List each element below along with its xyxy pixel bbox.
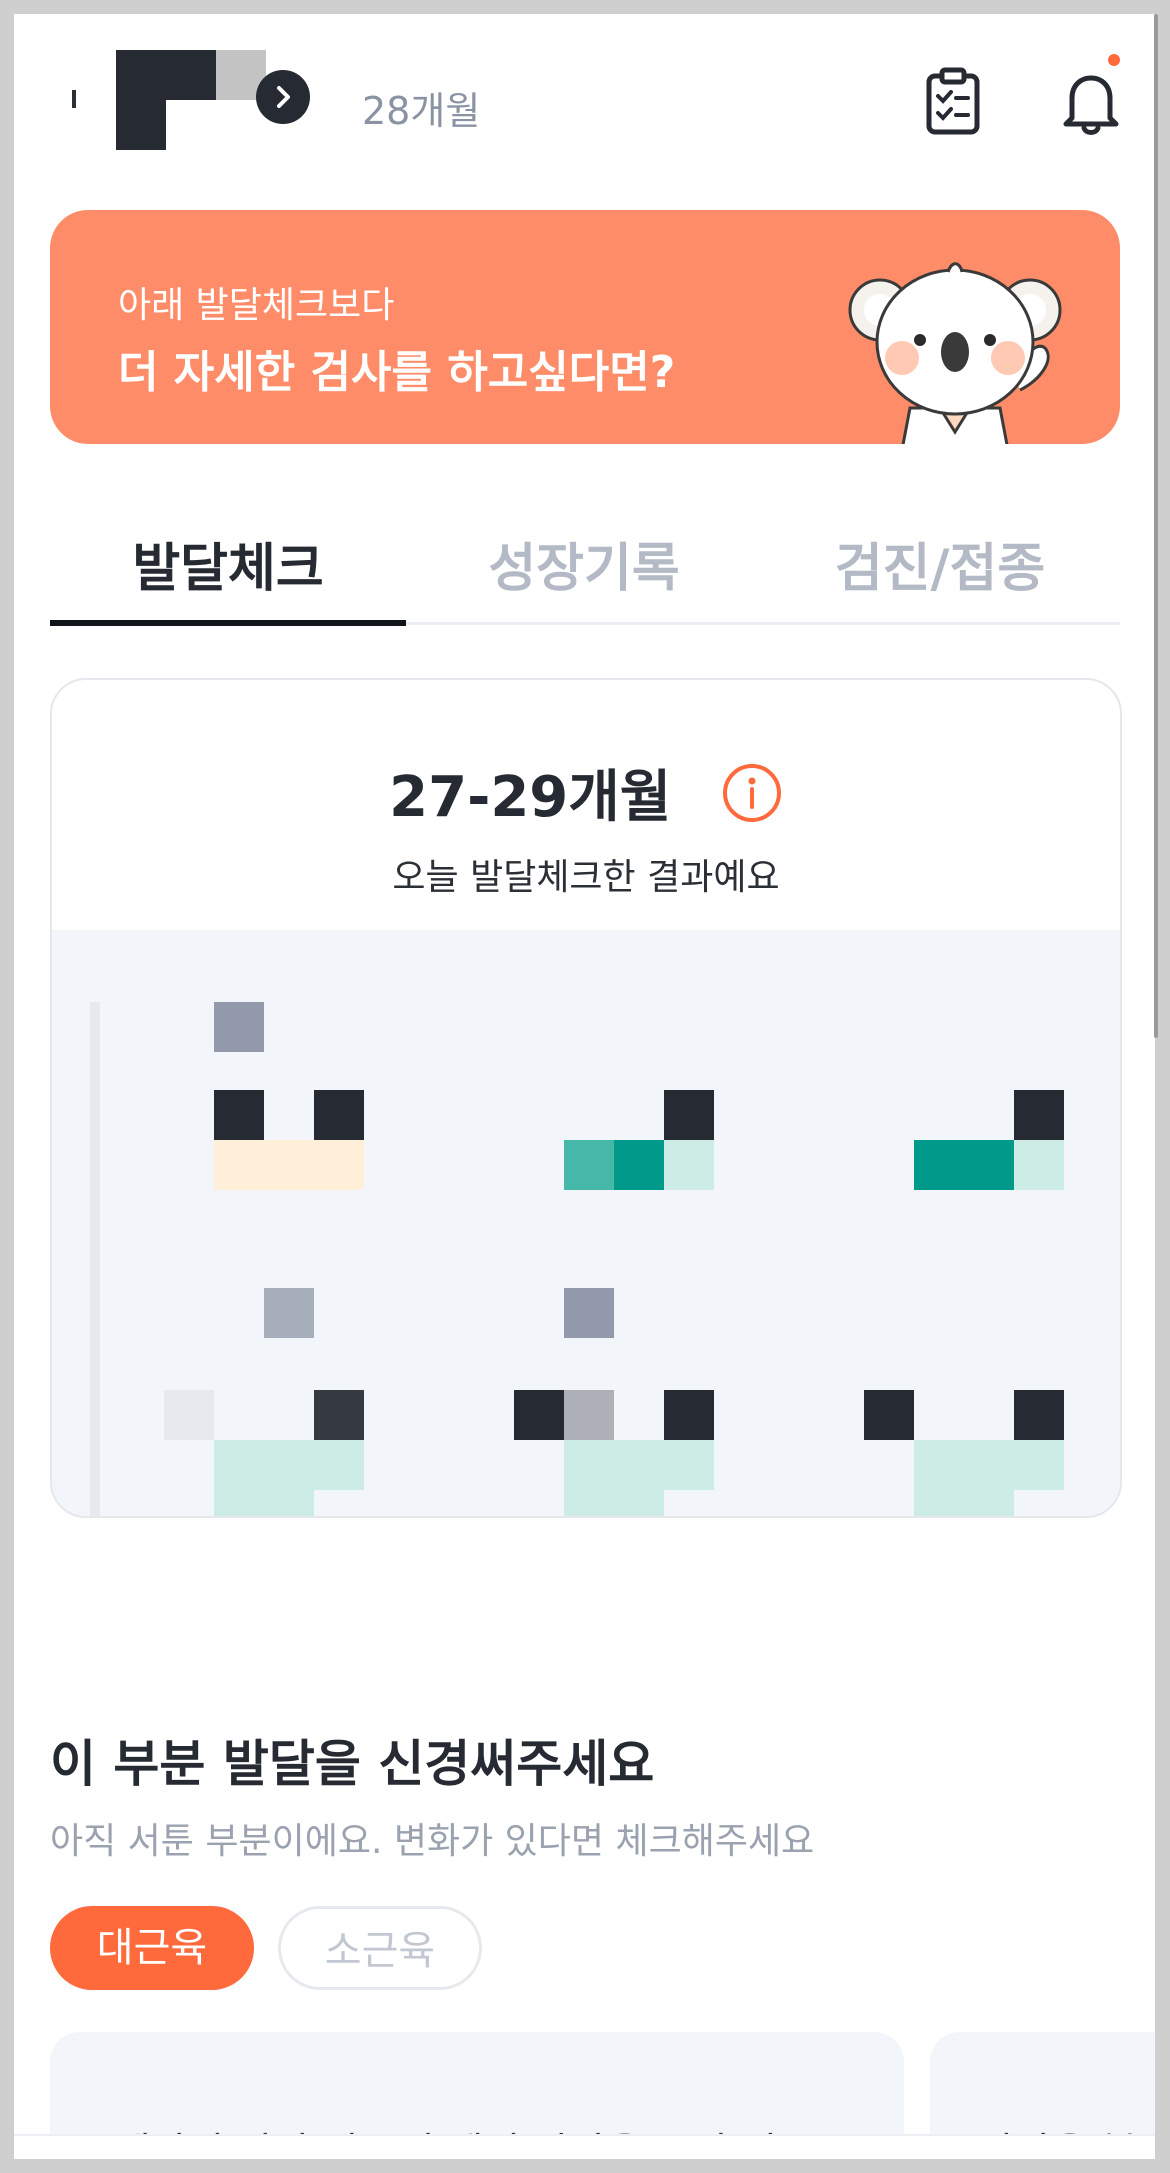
tab-checkup-vaccination[interactable]: 검진/접종	[762, 514, 1118, 624]
result-bar-cell	[564, 1440, 714, 1490]
attention-section-description: 아직 서툰 부분이에요. 변화가 있다면 체크해주세요	[50, 1821, 815, 1862]
redacted-cell	[1014, 1090, 1064, 1140]
redacted-axis	[90, 1002, 100, 1516]
arrow-right-icon	[277, 86, 290, 108]
tab-growth-record[interactable]: 성장기록	[406, 514, 762, 624]
redacted-cell	[164, 1390, 214, 1440]
result-bar-cell	[914, 1490, 1014, 1516]
result-bar-cell	[914, 1440, 1064, 1490]
active-tab-indicator	[50, 620, 406, 626]
child-name-redacted[interactable]	[72, 32, 268, 150]
tab-development-check[interactable]: 발달체크	[50, 514, 406, 624]
scrollbar[interactable]	[1154, 14, 1158, 1038]
koala-mascot-icon	[848, 262, 1062, 444]
redacted-cell	[564, 1288, 614, 1338]
redacted-cell	[664, 1090, 714, 1140]
redacted-cell	[214, 1090, 264, 1140]
redacted-cell	[264, 1288, 314, 1338]
bell-icon[interactable]	[1058, 66, 1124, 136]
result-subtitle: 오늘 발달체크한 결과예요	[392, 857, 780, 898]
result-bar-cell	[664, 1140, 714, 1190]
detailed-test-banner[interactable]: 아래 발달체크보다 더 자세한 검사를 하고싶다면?	[50, 210, 1120, 444]
redacted-cell	[564, 1390, 614, 1440]
redacted-cell	[864, 1390, 914, 1440]
notification-dot	[1108, 54, 1120, 66]
child-select-button[interactable]	[256, 70, 310, 124]
result-bar-cell	[214, 1440, 364, 1490]
result-bar-cell	[564, 1490, 664, 1516]
result-bar-cell	[214, 1140, 364, 1190]
result-bar-cell	[214, 1490, 314, 1516]
result-bar-cell	[564, 1140, 614, 1190]
result-bar-cell	[914, 1140, 1014, 1190]
app-screen: 28개월 아래 발달체크보다 더 자세한 검사를 하고싶다면? 발달체크 성장기…	[14, 14, 1155, 2159]
redacted-cell	[314, 1090, 364, 1140]
main-tabs: 발달체크 성장기록 검진/접종	[50, 514, 1120, 626]
age-range-label: 27-29개월	[389, 765, 672, 830]
redacted-cell	[1014, 1390, 1064, 1440]
check-result-card: 27-29개월 오늘 발달체크한 결과예요	[50, 678, 1122, 1518]
info-icon[interactable]	[721, 762, 783, 824]
banner-title: 더 자세한 검사를 하고싶다면?	[118, 347, 676, 398]
attention-section-title: 이 부분 발달을 신경써주세요	[50, 1735, 655, 1793]
redacted-cell	[514, 1390, 564, 1440]
banner-subtitle: 아래 발달체크보다	[118, 285, 395, 326]
result-bar-cell	[1014, 1140, 1064, 1190]
chip-fine-motor[interactable]: 소근육	[278, 1906, 482, 1990]
age-range-title: 27-29개월	[52, 752, 1120, 833]
result-bar-cell	[614, 1140, 664, 1190]
redacted-cell	[664, 1390, 714, 1440]
chip-gross-motor[interactable]: 대근육	[50, 1906, 254, 1990]
top-header: 28개월	[14, 14, 1155, 194]
development-result-grid	[52, 930, 1120, 1516]
child-age: 28개월	[362, 89, 481, 133]
clipboard-checklist-icon[interactable]	[920, 66, 986, 136]
redacted-cell	[314, 1390, 364, 1440]
redacted-cell	[214, 1002, 264, 1052]
bottom-navigation	[14, 2134, 1155, 2159]
